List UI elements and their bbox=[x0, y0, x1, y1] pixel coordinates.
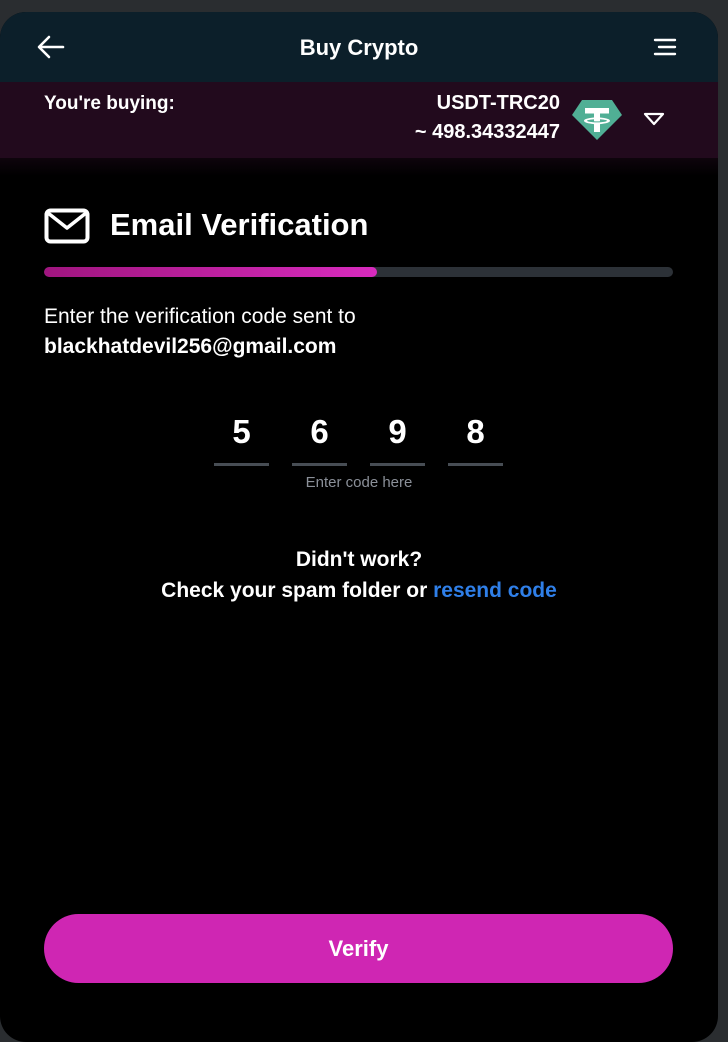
buying-label: You're buying: bbox=[44, 93, 175, 114]
chevron-down-icon bbox=[643, 112, 665, 126]
resend-code-link[interactable]: resend code bbox=[433, 579, 557, 602]
code-digit-4[interactable]: 8 bbox=[448, 407, 503, 466]
email-address: blackhatdevil256@gmail.com bbox=[44, 335, 337, 358]
token-amount: ~ 498.34332447 bbox=[414, 121, 560, 143]
hamburger-menu-icon bbox=[653, 38, 677, 56]
arrow-left-icon bbox=[37, 35, 65, 59]
token-dropdown-button[interactable] bbox=[642, 111, 666, 127]
help-text: Check your spam folder or resend code bbox=[0, 579, 718, 603]
back-button[interactable] bbox=[36, 33, 66, 61]
page-title: Buy Crypto bbox=[299, 35, 419, 60]
code-digit-1[interactable]: 5 bbox=[214, 407, 269, 466]
help-title: Didn't work? bbox=[295, 548, 423, 571]
tether-icon bbox=[571, 98, 623, 142]
verify-button[interactable]: Verify bbox=[44, 914, 673, 983]
code-digit-3[interactable]: 9 bbox=[370, 407, 425, 466]
mail-icon bbox=[44, 208, 90, 244]
verification-code-input: 5 6 9 8 bbox=[214, 407, 504, 467]
progress-bar bbox=[44, 267, 673, 277]
app-window: Buy Crypto You're buying: USDT-TRC20 ~ 4… bbox=[0, 12, 718, 1042]
token-name: USDT-TRC20 bbox=[436, 92, 560, 114]
section-title: Email Verification bbox=[110, 207, 369, 242]
code-digit-2[interactable]: 6 bbox=[292, 407, 347, 466]
menu-button[interactable] bbox=[652, 36, 678, 58]
progress-bar-fill bbox=[44, 267, 378, 277]
purchase-summary: You're buying: USDT-TRC20 ~ 498.34332447 bbox=[0, 82, 718, 158]
help-prefix: Check your spam folder or bbox=[161, 579, 428, 602]
instructions-text: Enter the verification code sent to bbox=[44, 305, 356, 328]
top-bar: Buy Crypto bbox=[0, 12, 718, 82]
code-hint: Enter code here bbox=[305, 474, 413, 491]
header-shadow bbox=[0, 158, 718, 176]
